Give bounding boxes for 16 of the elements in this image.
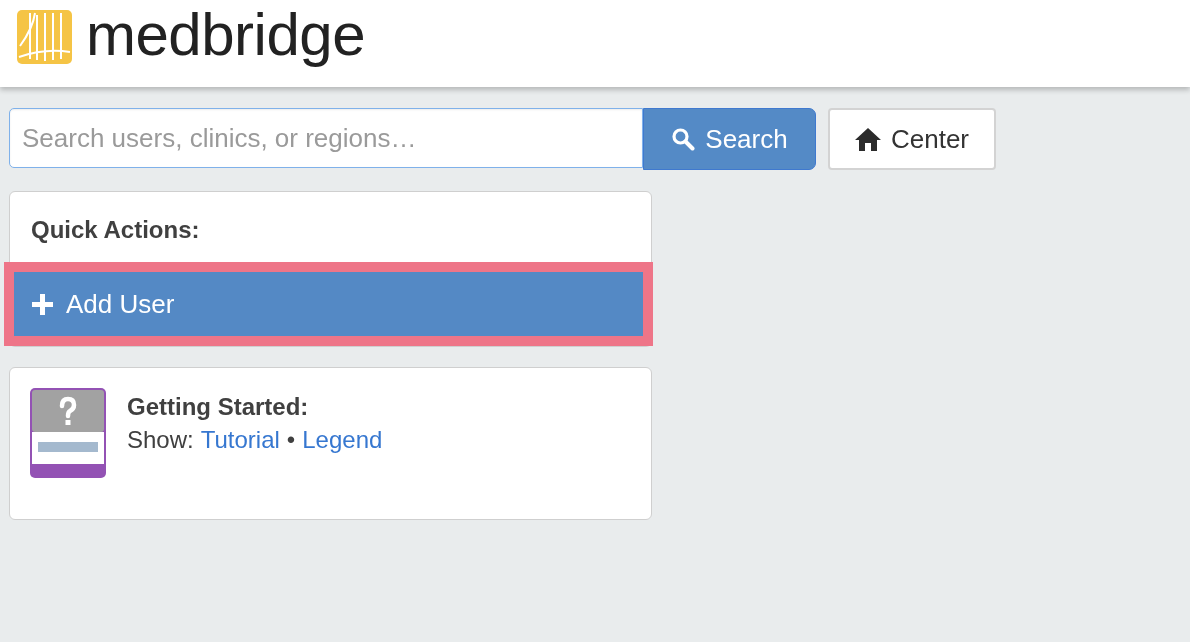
logo-text: medbridge <box>86 4 365 65</box>
center-button[interactable]: Center <box>828 108 996 170</box>
home-icon <box>854 127 881 151</box>
card-title: Getting Started: <box>127 392 310 422</box>
plus-icon <box>32 293 53 315</box>
separator-dot: • <box>286 426 296 453</box>
search-icon <box>671 127 696 151</box>
add-user-button[interactable]: Add User <box>14 272 643 336</box>
link[interactable]: Tutorial <box>200 426 280 453</box>
show-label: Show: <box>127 426 194 453</box>
search-button[interactable]: Search <box>643 108 816 170</box>
link[interactable]: Legend <box>302 426 383 453</box>
help-card-icon <box>30 388 106 478</box>
card-title: Quick Actions: <box>30 215 201 245</box>
bridge-logo-icon <box>17 10 72 64</box>
search-field[interactable]: Search users, clinics, or regions… <box>9 108 643 168</box>
